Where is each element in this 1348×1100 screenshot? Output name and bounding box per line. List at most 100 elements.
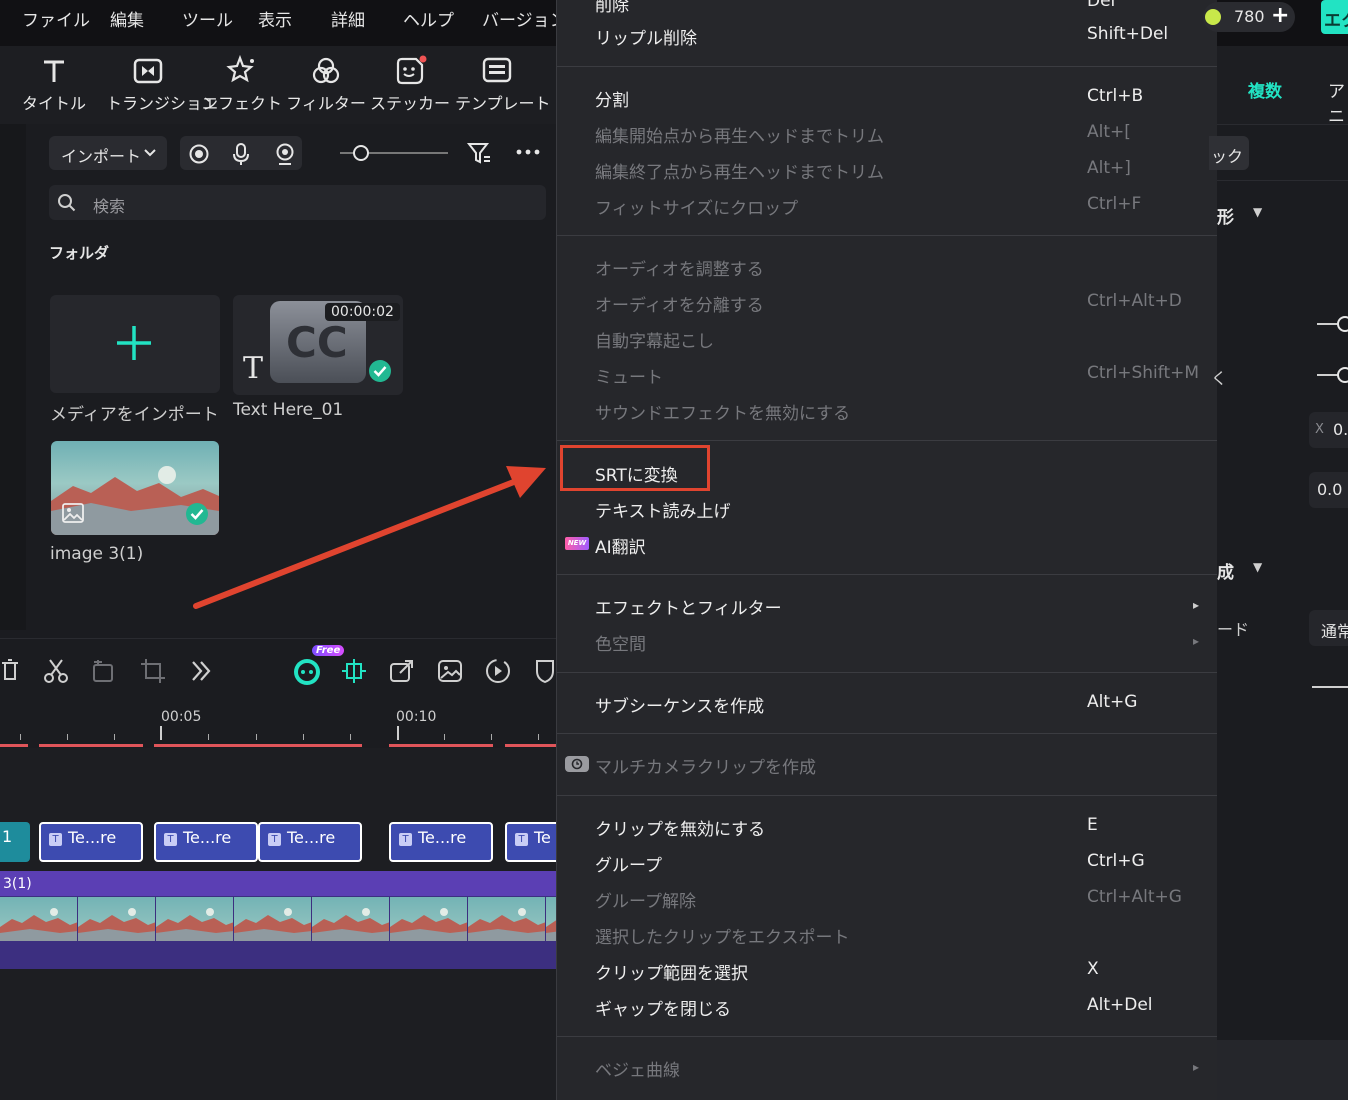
zoom-slider-handle[interactable]	[353, 145, 369, 161]
ruler-tick	[256, 734, 257, 740]
scissors-icon[interactable]	[42, 657, 70, 689]
menu-item-effects-filters[interactable]: エフェクトとフィルター	[595, 594, 782, 619]
menu-item-close-gap[interactable]: ギャップを閉じる	[595, 995, 731, 1020]
shortcut-ripple-delete: Shift+Del	[1087, 24, 1169, 44]
crop-icon[interactable]	[139, 657, 167, 689]
menu-item-crop-fit[interactable]: フィットサイズにクロップ	[595, 194, 798, 219]
panel-divider	[1217, 180, 1348, 181]
slider-track[interactable]	[1317, 374, 1339, 376]
menu-item-adjust-audio[interactable]: オーディオを調整する	[595, 255, 764, 280]
tab-multiple[interactable]: 複数	[1248, 77, 1282, 102]
menu-help[interactable]: ヘルプ	[403, 6, 454, 31]
microphone-icon[interactable]	[230, 142, 252, 170]
menu-item-detach-audio[interactable]: オーディオを分離する	[595, 291, 764, 316]
menu-tools[interactable]: ツール	[182, 6, 233, 31]
timeline-title-clip[interactable]: T Te...re	[154, 822, 258, 862]
ruler-mark-5s: 00:05	[161, 709, 202, 725]
slider-handle[interactable]	[1337, 316, 1348, 332]
title-tool[interactable]: タイトル	[12, 54, 96, 114]
left-sidebar	[0, 124, 27, 630]
menu-item-trim-end[interactable]: 編集終了点から再生ヘッドまでトリム	[595, 158, 884, 183]
menu-item-color-space[interactable]: 色空間	[595, 630, 646, 655]
shield-icon[interactable]	[534, 657, 558, 689]
timeline-title-clip[interactable]: T Te...re	[389, 822, 493, 862]
shortcut-split: Ctrl+B	[1087, 86, 1144, 106]
effect-tool-label: エフェクト	[201, 94, 282, 113]
slider-handle[interactable]	[1337, 367, 1348, 383]
menu-item-auto-caption[interactable]: 自動字幕起こし	[595, 327, 714, 352]
filter-sort-icon[interactable]	[466, 140, 492, 170]
menu-item-convert-srt[interactable]: SRTに変換	[595, 461, 678, 486]
menu-view[interactable]: 表示	[258, 6, 292, 31]
more-tools-icon[interactable]	[187, 657, 215, 689]
transition-tool[interactable]: トランジション	[106, 54, 218, 114]
image-track-clip[interactable]: 3(1)	[0, 871, 560, 969]
filter-tool[interactable]: フィルター	[284, 54, 368, 114]
slider-track[interactable]	[1317, 323, 1339, 325]
menu-item-group[interactable]: グループ	[595, 851, 662, 876]
image-edit-icon[interactable]	[436, 657, 464, 689]
export-clip-icon[interactable]	[388, 657, 416, 689]
effect-tool[interactable]: エフェクト	[200, 54, 284, 114]
export-button[interactable]: エク	[1321, 0, 1348, 34]
sticker-tool[interactable]: ステッカー	[368, 54, 452, 114]
value-input[interactable]: 0.0	[1309, 472, 1348, 508]
timeline-ruler[interactable]: 00:05 00:10	[0, 700, 560, 748]
ai-assistant-icon[interactable]	[290, 654, 324, 692]
menu-file[interactable]: ファイル	[22, 6, 90, 31]
tab-animation[interactable]: アニ	[1328, 77, 1348, 127]
section-compositing[interactable]: 成	[1217, 558, 1234, 583]
timeline-title-clip[interactable]: T Te	[505, 822, 560, 862]
delete-icon[interactable]	[0, 657, 20, 687]
menu-item-split[interactable]: 分割	[595, 86, 629, 111]
crop-trim-icon[interactable]	[90, 657, 118, 689]
opacity-slider-track[interactable]	[1312, 686, 1348, 688]
add-credits-icon[interactable]: +	[1271, 3, 1289, 28]
menu-item-disable-sfx[interactable]: サウンドエフェクトを無効にする	[595, 399, 850, 424]
blend-mode-select[interactable]: 通常	[1309, 610, 1348, 646]
menu-item-disable-clip[interactable]: クリップを無効にする	[595, 815, 765, 840]
menu-item-bezier[interactable]: ベジェ曲線	[595, 1056, 680, 1081]
title-clip-thumbnail[interactable]: CC 00:00:02 T	[233, 295, 403, 395]
webcam-icon[interactable]	[274, 142, 296, 170]
position-x-input[interactable]: X 0.	[1309, 412, 1348, 448]
credits-count: 780	[1234, 7, 1265, 26]
search-input[interactable]: 検索	[49, 185, 546, 220]
chevron-down-icon[interactable]: ▼	[1253, 560, 1262, 574]
section-transform[interactable]: 形	[1217, 203, 1234, 228]
menu-item-mute[interactable]: ミュート	[595, 363, 663, 388]
import-media-tile[interactable]	[50, 295, 220, 393]
speed-icon[interactable]	[484, 657, 512, 689]
menu-item-export-selected[interactable]: 選択したクリップをエクスポート	[595, 923, 850, 948]
menu-item-ungroup[interactable]: グループ解除	[595, 887, 696, 912]
menu-item-delete[interactable]: 削除	[595, 0, 629, 16]
menu-version[interactable]: バージョン	[482, 6, 567, 31]
clip-label: T Te	[515, 828, 551, 847]
menu-item-select-range[interactable]: クリップ範囲を選択	[595, 959, 748, 984]
menu-edit[interactable]: 編集	[110, 6, 144, 31]
menu-item-ai-translate[interactable]: AI翻訳	[595, 533, 646, 558]
menu-item-trim-start[interactable]: 編集開始点から再生ヘッドまでトリム	[595, 122, 884, 147]
record-screen-icon[interactable]	[188, 143, 210, 169]
effect-icon	[200, 54, 284, 88]
import-dropdown[interactable]: インポート	[49, 136, 167, 170]
menu-item-text-to-speech[interactable]: テキスト読み上げ	[595, 497, 731, 522]
timeline-clip-teal[interactable]: 1	[0, 822, 30, 862]
timeline-title-clip[interactable]: T Te...re	[39, 822, 143, 862]
timeline-title-clip[interactable]: T Te...re	[258, 822, 362, 862]
menu-item-create-multicam[interactable]: マルチカメラクリップを作成	[595, 753, 816, 778]
menu-item-create-subsequence[interactable]: サブシーケンスを作成	[595, 692, 764, 717]
template-tool[interactable]: テンプレート	[455, 54, 551, 114]
menu-advanced[interactable]: 詳細	[331, 6, 365, 31]
auto-fit-icon[interactable]	[340, 657, 368, 689]
image-clip-thumbnail[interactable]	[51, 441, 219, 535]
chip-button[interactable]: ック	[1209, 136, 1249, 170]
menu-item-ripple-delete[interactable]: リップル削除	[595, 24, 697, 49]
menu-separator	[557, 795, 1217, 796]
chevron-down-icon[interactable]: ▼	[1253, 205, 1262, 219]
credits-pill[interactable]: 780 +	[1203, 2, 1295, 32]
menu-separator	[557, 733, 1217, 734]
shortcut-trim-start: Alt+[	[1087, 122, 1131, 142]
image-clip-label: image 3(1)	[50, 544, 144, 564]
more-options-icon[interactable]	[515, 142, 541, 166]
